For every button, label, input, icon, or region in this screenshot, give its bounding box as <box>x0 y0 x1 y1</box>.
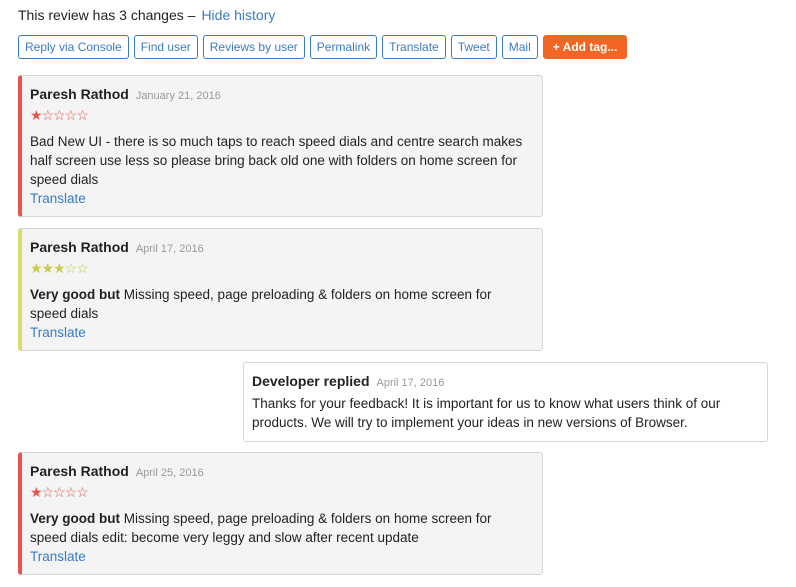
review-card: Paresh Rathod April 17, 2016 ★★★☆☆ Very … <box>18 228 543 351</box>
review-date: January 21, 2016 <box>135 90 221 102</box>
review-text: Very good but Missing speed, page preloa… <box>30 509 530 547</box>
add-tag-label: Add tag... <box>562 40 618 54</box>
review-author: Paresh Rathod <box>30 463 129 479</box>
find-user-button[interactable]: Find user <box>133 35 198 59</box>
reply-via-console-button[interactable]: Reply via Console <box>18 35 129 59</box>
translate-button[interactable]: Translate <box>382 35 446 59</box>
reply-date: April 17, 2016 <box>376 377 445 389</box>
history-text: This review has 3 changes – <box>18 7 196 23</box>
review-card: Paresh Rathod April 25, 2016 ★☆☆☆☆ Very … <box>18 452 543 575</box>
review-body: Bad New UI - there is so much taps to re… <box>30 134 523 187</box>
translate-link[interactable]: Translate <box>30 189 530 208</box>
review-text: Bad New UI - there is so much taps to re… <box>30 132 530 189</box>
add-tag-button[interactable]: + Add tag... <box>542 35 628 59</box>
translate-link[interactable]: Translate <box>30 323 530 342</box>
review-author: Paresh Rathod <box>30 239 129 255</box>
plus-icon: + <box>552 40 563 54</box>
review-title: Very good but <box>30 287 121 302</box>
review-date: April 25, 2016 <box>135 467 204 479</box>
review-card: Paresh Rathod January 21, 2016 ★☆☆☆☆ Bad… <box>18 75 543 217</box>
reply-text: Thanks for your feedback! It is importan… <box>252 396 721 430</box>
permalink-button[interactable]: Permalink <box>309 35 378 59</box>
translate-link[interactable]: Translate <box>30 547 530 566</box>
developer-reply: Developer replied April 17, 2016 Thanks … <box>243 362 768 442</box>
review-title: Very good but <box>30 511 121 526</box>
mail-button[interactable]: Mail <box>501 35 538 59</box>
action-toolbar: Reply via Console Find user Reviews by u… <box>18 35 628 59</box>
review-author: Paresh Rathod <box>30 86 129 102</box>
history-summary: This review has 3 changes – Hide history <box>18 7 275 23</box>
review-date: April 17, 2016 <box>135 243 204 255</box>
review-text: Very good but Missing speed, page preloa… <box>30 285 530 323</box>
star-rating: ★★★☆☆ <box>30 260 89 276</box>
reply-author: Developer replied <box>252 373 370 389</box>
tweet-button[interactable]: Tweet <box>450 35 497 59</box>
reviews-by-user-button[interactable]: Reviews by user <box>202 35 305 59</box>
star-rating: ★☆☆☆☆ <box>30 107 89 123</box>
hide-history-link[interactable]: Hide history <box>201 7 275 23</box>
star-rating: ★☆☆☆☆ <box>30 484 89 500</box>
